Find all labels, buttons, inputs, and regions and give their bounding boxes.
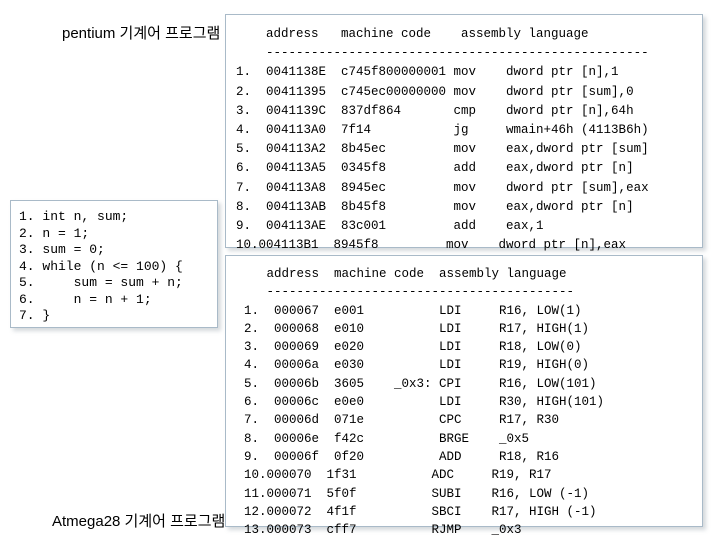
c-source-code-text: 1. int n, sum; 2. n = 1; 3. sum = 0; 4. …	[19, 209, 183, 323]
pentium-listing-text: address machine code assembly language -…	[236, 27, 649, 271]
pentium-program-label: pentium 기계어 프로그램	[62, 25, 221, 42]
atmega-program-label: Atmega28 기계어 프로그램	[52, 513, 226, 530]
atmega-listing-text: address machine code assembly language -…	[244, 267, 605, 538]
c-source-code-box: 1. int n, sum; 2. n = 1; 3. sum = 0; 4. …	[10, 200, 218, 328]
pentium-listing-box: address machine code assembly language -…	[225, 14, 703, 271]
atmega-listing-box: address machine code assembly language -…	[225, 255, 703, 537]
slide-canvas: pentium 기계어 프로그램 Atmega28 기계어 프로그램 1. in…	[0, 0, 720, 540]
